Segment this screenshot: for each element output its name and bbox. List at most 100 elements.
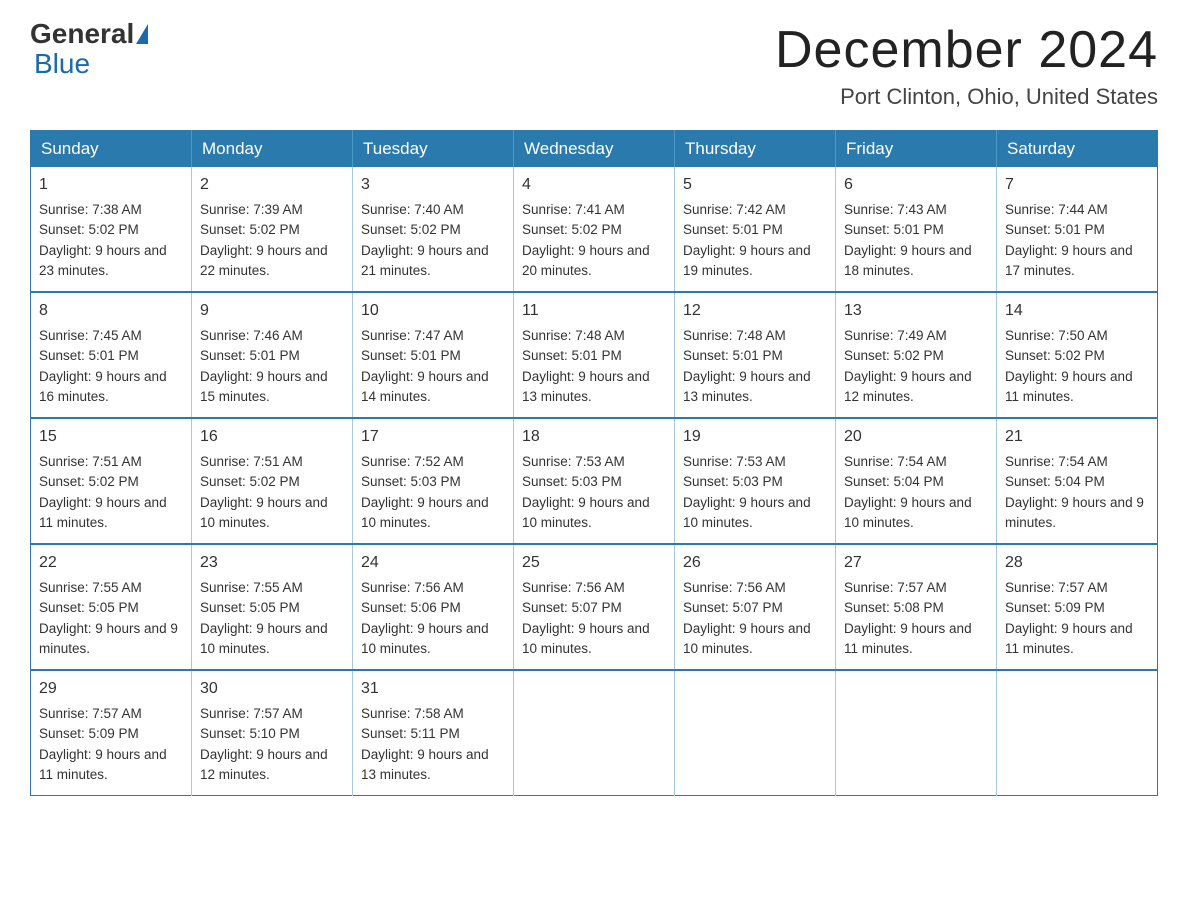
sunrise-text: Sunrise: 7:53 AM — [683, 454, 786, 469]
calendar-cell — [997, 670, 1158, 796]
day-number: 7 — [1005, 173, 1149, 197]
daylight-text: Daylight: 9 hours and 13 minutes. — [683, 369, 811, 404]
day-number: 18 — [522, 425, 666, 449]
sunrise-text: Sunrise: 7:57 AM — [200, 706, 303, 721]
sunrise-text: Sunrise: 7:41 AM — [522, 202, 625, 217]
daylight-text: Daylight: 9 hours and 16 minutes. — [39, 369, 167, 404]
calendar-table: SundayMondayTuesdayWednesdayThursdayFrid… — [30, 130, 1158, 796]
sunset-text: Sunset: 5:01 PM — [200, 348, 300, 363]
daylight-text: Daylight: 9 hours and 10 minutes. — [683, 495, 811, 530]
daylight-text: Daylight: 9 hours and 11 minutes. — [1005, 369, 1133, 404]
sunrise-text: Sunrise: 7:55 AM — [39, 580, 142, 595]
weekday-header-saturday: Saturday — [997, 131, 1158, 168]
daylight-text: Daylight: 9 hours and 21 minutes. — [361, 243, 489, 278]
sunset-text: Sunset: 5:02 PM — [200, 474, 300, 489]
sunset-text: Sunset: 5:02 PM — [200, 222, 300, 237]
calendar-cell: 10Sunrise: 7:47 AMSunset: 5:01 PMDayligh… — [353, 292, 514, 418]
daylight-text: Daylight: 9 hours and 12 minutes. — [844, 369, 972, 404]
sunrise-text: Sunrise: 7:58 AM — [361, 706, 464, 721]
sunset-text: Sunset: 5:06 PM — [361, 600, 461, 615]
daylight-text: Daylight: 9 hours and 10 minutes. — [844, 495, 972, 530]
calendar-week-row: 8 Sunrise: 7:45 AM Sunset: 5:01 PM Daylight… — [31, 292, 1158, 418]
weekday-header-tuesday: Tuesday — [353, 131, 514, 168]
sunset-text: Sunset: 5:01 PM — [844, 222, 944, 237]
daylight-text: Daylight: 9 hours and 10 minutes. — [361, 495, 489, 530]
calendar-cell: 1Sunrise: 7:38 AMSunset: 5:02 PMDaylight… — [31, 167, 192, 292]
weekday-header-row: SundayMondayTuesdayWednesdayThursdayFrid… — [31, 131, 1158, 168]
day-number: 8 — [39, 299, 183, 323]
daylight-text: Daylight: 9 hours and 22 minutes. — [200, 243, 328, 278]
daylight-text: Daylight: 9 hours and 10 minutes. — [522, 621, 650, 656]
calendar-week-row: 29Sunrise: 7:57 AMSunset: 5:09 PMDayligh… — [31, 670, 1158, 796]
day-number: 17 — [361, 425, 505, 449]
day-number: 21 — [1005, 425, 1149, 449]
sunrise-text: Sunrise: 7:45 AM — [39, 328, 142, 343]
day-number: 25 — [522, 551, 666, 575]
day-number: 29 — [39, 677, 183, 701]
sunrise-text: Sunrise: 7:55 AM — [200, 580, 303, 595]
calendar-cell: 22Sunrise: 7:55 AMSunset: 5:05 PMDayligh… — [31, 544, 192, 670]
sunrise-text: Sunrise: 7:57 AM — [1005, 580, 1108, 595]
day-number: 16 — [200, 425, 344, 449]
calendar-cell: 6Sunrise: 7:43 AMSunset: 5:01 PMDaylight… — [836, 167, 997, 292]
calendar-cell — [836, 670, 997, 796]
sunset-text: Sunset: 5:07 PM — [683, 600, 783, 615]
calendar-cell: 2Sunrise: 7:39 AMSunset: 5:02 PMDaylight… — [192, 167, 353, 292]
daylight-text: Daylight: 9 hours and 9 minutes. — [1005, 495, 1144, 530]
sunrise-text: Sunrise: 7:49 AM — [844, 328, 947, 343]
sunset-text: Sunset: 5:02 PM — [1005, 348, 1105, 363]
sunrise-text: Sunrise: 7:54 AM — [1005, 454, 1108, 469]
sunrise-text: Sunrise: 7:47 AM — [361, 328, 464, 343]
calendar-cell: 14Sunrise: 7:50 AMSunset: 5:02 PMDayligh… — [997, 292, 1158, 418]
sunrise-text: Sunrise: 7:51 AM — [39, 454, 142, 469]
day-number: 27 — [844, 551, 988, 575]
day-number: 23 — [200, 551, 344, 575]
day-number: 5 — [683, 173, 827, 197]
day-number: 22 — [39, 551, 183, 575]
sunrise-text: Sunrise: 7:46 AM — [200, 328, 303, 343]
calendar-cell: 26Sunrise: 7:56 AMSunset: 5:07 PMDayligh… — [675, 544, 836, 670]
calendar-cell: 8 Sunrise: 7:45 AM Sunset: 5:01 PM Daylight… — [31, 292, 192, 418]
daylight-text: Daylight: 9 hours and 10 minutes. — [522, 495, 650, 530]
sunset-text: Sunset: 5:09 PM — [1005, 600, 1105, 615]
daylight-text: Daylight: 9 hours and 13 minutes. — [522, 369, 650, 404]
calendar-cell — [514, 670, 675, 796]
calendar-cell: 24Sunrise: 7:56 AMSunset: 5:06 PMDayligh… — [353, 544, 514, 670]
sunset-text: Sunset: 5:02 PM — [522, 222, 622, 237]
calendar-cell: 12Sunrise: 7:48 AMSunset: 5:01 PMDayligh… — [675, 292, 836, 418]
day-number: 1 — [39, 173, 183, 197]
calendar-cell: 4Sunrise: 7:41 AMSunset: 5:02 PMDaylight… — [514, 167, 675, 292]
day-number: 19 — [683, 425, 827, 449]
daylight-text: Daylight: 9 hours and 17 minutes. — [1005, 243, 1133, 278]
day-number: 30 — [200, 677, 344, 701]
calendar-cell: 21Sunrise: 7:54 AMSunset: 5:04 PMDayligh… — [997, 418, 1158, 544]
calendar-cell: 7Sunrise: 7:44 AMSunset: 5:01 PMDaylight… — [997, 167, 1158, 292]
calendar-cell: 28Sunrise: 7:57 AMSunset: 5:09 PMDayligh… — [997, 544, 1158, 670]
day-number: 10 — [361, 299, 505, 323]
day-number: 15 — [39, 425, 183, 449]
calendar-cell: 23Sunrise: 7:55 AMSunset: 5:05 PMDayligh… — [192, 544, 353, 670]
calendar-cell: 15Sunrise: 7:51 AMSunset: 5:02 PMDayligh… — [31, 418, 192, 544]
sunrise-text: Sunrise: 7:43 AM — [844, 202, 947, 217]
daylight-text: Daylight: 9 hours and 15 minutes. — [200, 369, 328, 404]
day-number: 26 — [683, 551, 827, 575]
daylight-text: Daylight: 9 hours and 23 minutes. — [39, 243, 167, 278]
sunrise-text: Sunrise: 7:54 AM — [844, 454, 947, 469]
sunset-text: Sunset: 5:01 PM — [39, 348, 139, 363]
weekday-header-wednesday: Wednesday — [514, 131, 675, 168]
sunset-text: Sunset: 5:05 PM — [200, 600, 300, 615]
day-number: 6 — [844, 173, 988, 197]
sunset-text: Sunset: 5:04 PM — [844, 474, 944, 489]
day-number: 12 — [683, 299, 827, 323]
month-title: December 2024 — [775, 20, 1158, 80]
daylight-text: Daylight: 9 hours and 19 minutes. — [683, 243, 811, 278]
sunrise-text: Sunrise: 7:53 AM — [522, 454, 625, 469]
logo-blue-text: Blue — [34, 48, 90, 79]
calendar-cell: 13Sunrise: 7:49 AMSunset: 5:02 PMDayligh… — [836, 292, 997, 418]
sunrise-text: Sunrise: 7:48 AM — [522, 328, 625, 343]
sunrise-text: Sunrise: 7:57 AM — [39, 706, 142, 721]
day-number: 2 — [200, 173, 344, 197]
sunset-text: Sunset: 5:01 PM — [522, 348, 622, 363]
daylight-text: Daylight: 9 hours and 9 minutes. — [39, 621, 178, 656]
sunset-text: Sunset: 5:01 PM — [1005, 222, 1105, 237]
